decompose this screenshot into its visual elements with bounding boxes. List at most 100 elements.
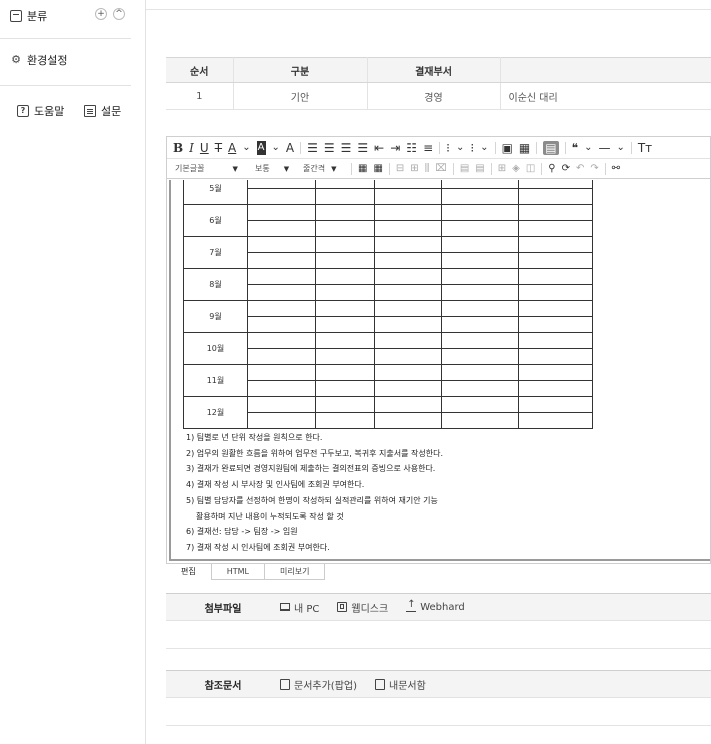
row-above-icon[interactable]: ▤ bbox=[460, 162, 469, 176]
highlight-color-button[interactable]: A bbox=[256, 140, 266, 155]
table-cell[interactable] bbox=[441, 348, 519, 365]
table-cell[interactable] bbox=[315, 252, 375, 269]
undo-icon[interactable]: ↶ bbox=[576, 162, 584, 176]
table-cell[interactable] bbox=[315, 180, 375, 189]
table-cell[interactable] bbox=[247, 284, 316, 301]
table-cell[interactable] bbox=[374, 268, 442, 285]
attach-from-webhard-button[interactable]: Webhard bbox=[406, 599, 465, 613]
table-cell[interactable] bbox=[441, 316, 519, 333]
strikethrough-button[interactable]: T bbox=[215, 141, 222, 155]
table-cell[interactable] bbox=[441, 396, 519, 413]
table-cell[interactable] bbox=[374, 316, 442, 333]
table-cell[interactable] bbox=[315, 284, 375, 301]
table-cell[interactable] bbox=[518, 268, 593, 285]
table-cell[interactable] bbox=[441, 268, 519, 285]
table-cell[interactable] bbox=[374, 364, 442, 381]
table-icon[interactable]: ▦ bbox=[519, 141, 530, 155]
font-family-select[interactable]: 기본글꼴 ▼ bbox=[175, 163, 247, 174]
table-cell[interactable] bbox=[441, 252, 519, 269]
merge-cells-icon[interactable]: ⊟ bbox=[396, 162, 404, 176]
attach-from-webdisk-button[interactable]: 웹디스크 bbox=[337, 600, 388, 615]
table-cell[interactable] bbox=[518, 412, 593, 429]
table-cell[interactable] bbox=[315, 316, 375, 333]
table-cell[interactable] bbox=[315, 204, 375, 221]
table-cell[interactable] bbox=[374, 396, 442, 413]
table-cell[interactable] bbox=[374, 332, 442, 349]
table-cell[interactable] bbox=[518, 380, 593, 397]
row-below-icon[interactable]: ▤ bbox=[475, 162, 484, 176]
ordered-list-icon[interactable]: ⁝ bbox=[446, 141, 450, 155]
table-cell[interactable] bbox=[374, 412, 442, 429]
cell-grid-icon[interactable]: ⊞ bbox=[498, 162, 506, 176]
table-cell[interactable] bbox=[518, 284, 593, 301]
table-cell[interactable] bbox=[247, 204, 316, 221]
table-cell[interactable] bbox=[374, 348, 442, 365]
table-cell[interactable] bbox=[518, 332, 593, 349]
table-cell[interactable] bbox=[315, 332, 375, 349]
table-cell[interactable] bbox=[247, 348, 316, 365]
table-cell[interactable] bbox=[518, 188, 593, 205]
table-cell[interactable] bbox=[518, 204, 593, 221]
sidebar-item-help[interactable]: ? 도움말 bbox=[17, 103, 64, 119]
underline-button[interactable]: U bbox=[200, 141, 209, 155]
link-icon[interactable]: ⚯ bbox=[612, 162, 620, 176]
table-cell[interactable] bbox=[247, 252, 316, 269]
table-cell[interactable] bbox=[518, 300, 593, 317]
sidebar-item-survey[interactable]: 설문 bbox=[84, 103, 121, 119]
table-cell[interactable] bbox=[441, 284, 519, 301]
cell-fill-icon[interactable]: ◈ bbox=[512, 162, 520, 176]
table-cell[interactable] bbox=[247, 220, 316, 237]
add-category-button[interactable]: + bbox=[95, 8, 107, 20]
replace-icon[interactable]: ⟳ bbox=[562, 162, 570, 176]
table-cell[interactable] bbox=[315, 412, 375, 429]
table-cell[interactable] bbox=[441, 180, 519, 189]
attach-from-pc-button[interactable]: 내 PC bbox=[280, 600, 319, 615]
line-height-icon[interactable]: ☷ bbox=[406, 141, 417, 155]
indent-icon[interactable]: ⇥ bbox=[390, 141, 400, 155]
table-cell[interactable] bbox=[315, 188, 375, 205]
table-cell[interactable] bbox=[315, 348, 375, 365]
table-cell[interactable] bbox=[518, 348, 593, 365]
chevron-down-icon[interactable]: ⌄ bbox=[272, 141, 280, 155]
sidebar-item-category[interactable]: 분류 bbox=[10, 8, 47, 24]
horizontal-rule-icon[interactable]: — bbox=[598, 141, 610, 155]
insert-table-icon[interactable]: ▦ bbox=[358, 162, 367, 176]
italic-button[interactable]: I bbox=[189, 141, 194, 155]
cell-border-icon[interactable]: ◫ bbox=[526, 162, 535, 176]
table-cell[interactable] bbox=[315, 300, 375, 317]
tab-html[interactable]: HTML bbox=[211, 564, 265, 580]
table-cell[interactable] bbox=[441, 204, 519, 221]
chevron-down-icon[interactable]: ⌄ bbox=[584, 141, 592, 155]
table-cell[interactable] bbox=[247, 180, 316, 189]
table-cell[interactable] bbox=[374, 220, 442, 237]
editor-content[interactable]: 5월 6월 7월 8월 9월 10월 11월 12월 1) 팀별로 년 단위 작성을 원칙으로… bbox=[169, 180, 710, 561]
table-cell[interactable] bbox=[441, 236, 519, 253]
table-cell[interactable] bbox=[374, 284, 442, 301]
clear-format-button[interactable]: A bbox=[286, 141, 294, 155]
table-cell[interactable] bbox=[374, 180, 442, 189]
table-cell[interactable] bbox=[441, 300, 519, 317]
table-cell[interactable] bbox=[315, 380, 375, 397]
quote-icon[interactable]: ❝ bbox=[572, 141, 578, 155]
table-cell[interactable] bbox=[374, 252, 442, 269]
align-center-icon[interactable]: ☰ bbox=[324, 141, 335, 155]
table-cell[interactable] bbox=[247, 396, 316, 413]
tab-edit[interactable]: 편집 bbox=[166, 564, 212, 580]
table-cell[interactable] bbox=[315, 220, 375, 237]
chevron-down-icon[interactable]: ⌄ bbox=[616, 141, 624, 155]
table-cell[interactable] bbox=[247, 188, 316, 205]
bullet-list-icon[interactable]: ⁝ bbox=[470, 141, 474, 155]
chevron-down-icon[interactable]: ⌄ bbox=[242, 141, 250, 155]
table-cell[interactable] bbox=[247, 300, 316, 317]
table-cell[interactable] bbox=[315, 364, 375, 381]
table-cell[interactable] bbox=[247, 236, 316, 253]
align-left-icon[interactable]: ☰ bbox=[307, 141, 318, 155]
table-cell[interactable] bbox=[374, 188, 442, 205]
chevron-down-icon[interactable]: ⌄ bbox=[456, 141, 464, 155]
table-cell[interactable] bbox=[518, 396, 593, 413]
split-cells-icon[interactable]: ⊞ bbox=[410, 162, 418, 176]
table-cell[interactable] bbox=[315, 236, 375, 253]
collapse-category-button[interactable]: ^ bbox=[113, 8, 125, 20]
insert-column-icon[interactable]: ⫼ bbox=[425, 162, 430, 176]
text-size-icon[interactable]: Tт bbox=[638, 141, 652, 155]
